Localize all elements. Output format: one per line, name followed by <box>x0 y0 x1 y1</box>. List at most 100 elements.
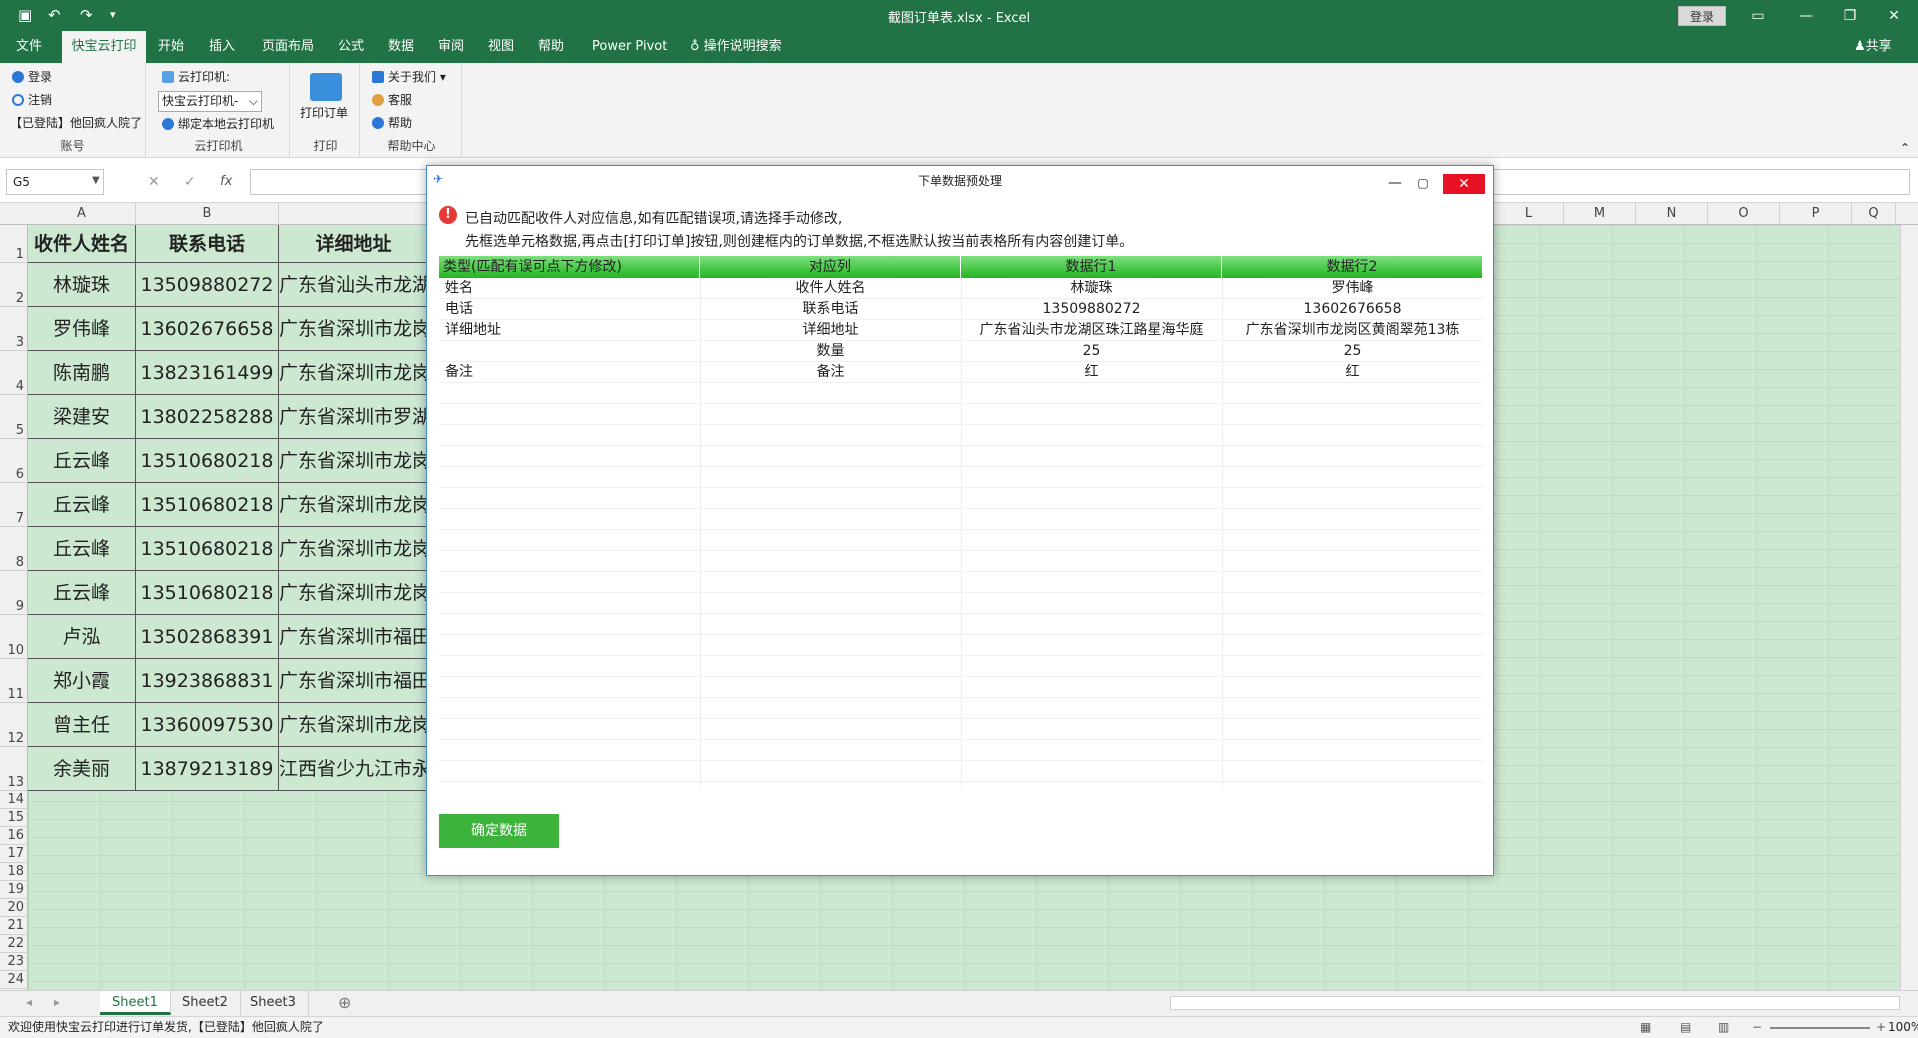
table-cell[interactable]: 13602676658 <box>136 307 279 351</box>
mapping-cell[interactable]: 罗伟峰 <box>1222 278 1483 299</box>
table-cell[interactable]: 余美丽 <box>28 747 136 791</box>
tab-view[interactable]: 视图 <box>482 31 520 63</box>
column-header[interactable]: N <box>1636 203 1708 225</box>
insert-function-icon[interactable]: fx <box>220 174 232 189</box>
mapping-cell[interactable]: 姓名 <box>439 278 700 299</box>
table-cell[interactable]: 江西省少九江市永 <box>279 747 429 791</box>
table-cell[interactable]: 郑小霞 <box>28 659 136 703</box>
dialog-minimize-icon[interactable]: — <box>1385 173 1405 193</box>
table-cell[interactable]: 丘云峰 <box>28 439 136 483</box>
row-header[interactable]: 15 <box>0 809 28 827</box>
table-cell[interactable]: 13510680218 <box>136 527 279 571</box>
row-header[interactable]: 23 <box>0 953 28 971</box>
column-header[interactable]: A <box>28 203 136 225</box>
print-order-button[interactable]: 打印订单 <box>300 105 348 121</box>
row-header[interactable]: 1 <box>0 225 28 263</box>
row-header[interactable]: 12 <box>0 703 28 747</box>
enter-icon[interactable]: ✓ <box>184 174 196 190</box>
restore-icon[interactable]: ❐ <box>1830 4 1870 28</box>
printer-select[interactable]: 快宝云打印机- ⌵ <box>158 91 262 112</box>
row-header[interactable]: 18 <box>0 863 28 881</box>
mapping-cell[interactable]: 联系电话 <box>700 299 961 320</box>
mapping-cell[interactable]: 数量 <box>700 341 961 362</box>
minimize-icon[interactable]: — <box>1786 4 1826 28</box>
table-cell[interactable]: 广东省深圳市罗湖 <box>279 395 429 439</box>
mapping-cell[interactable]: 广东省深圳市龙岗区黄阁翠苑13栋 <box>1222 320 1483 341</box>
zoom-out-icon[interactable]: − <box>1752 1017 1762 1038</box>
tab-data[interactable]: 数据 <box>382 31 420 63</box>
row-header[interactable]: 2 <box>0 263 28 307</box>
column-header[interactable]: B <box>136 203 279 225</box>
page-break-view-icon[interactable]: ▥ <box>1718 1017 1729 1038</box>
table-cell[interactable]: 广东省深圳市龙岗 <box>279 703 429 747</box>
table-cell[interactable]: 梁建安 <box>28 395 136 439</box>
prev-sheet-icon[interactable]: ◂ <box>26 995 32 1009</box>
tab-power-pivot[interactable]: Power Pivot <box>586 31 673 63</box>
mapping-cell[interactable]: 13602676658 <box>1222 299 1483 320</box>
column-header[interactable]: O <box>1708 203 1780 225</box>
row-header[interactable]: 14 <box>0 791 28 809</box>
table-cell[interactable]: 广东省深圳市龙岗 <box>279 527 429 571</box>
mapping-cell[interactable]: 备注 <box>700 362 961 383</box>
horizontal-scrollbar[interactable] <box>1170 996 1900 1010</box>
row-header[interactable]: 16 <box>0 827 28 845</box>
table-cell[interactable]: 丘云峰 <box>28 527 136 571</box>
mapping-cell[interactable]: 电话 <box>439 299 700 320</box>
login-button[interactable]: 登录 <box>1678 6 1726 26</box>
about-us-item[interactable]: 关于我们 ▾ <box>372 69 446 85</box>
table-cell[interactable]: 广东省深圳市福田 <box>279 615 429 659</box>
row-header[interactable]: 19 <box>0 881 28 899</box>
table-cell[interactable]: 广东省深圳市龙岗 <box>279 351 429 395</box>
mapping-cell[interactable]: 详细地址 <box>700 320 961 341</box>
table-cell[interactable]: 丘云峰 <box>28 483 136 527</box>
table-cell[interactable]: 13502868391 <box>136 615 279 659</box>
dialog-maximize-icon[interactable]: ▢ <box>1413 173 1433 193</box>
tab-help[interactable]: 帮助 <box>532 31 570 63</box>
row-header[interactable]: 8 <box>0 527 28 571</box>
row-header[interactable]: 7 <box>0 483 28 527</box>
table-cell[interactable]: 13923868831 <box>136 659 279 703</box>
table-cell[interactable]: 13510680218 <box>136 439 279 483</box>
mapping-cell[interactable]: 25 <box>1222 341 1483 362</box>
table-cell[interactable]: 广东省汕头市龙湖 <box>279 263 429 307</box>
customer-service-item[interactable]: 客服 <box>372 92 412 108</box>
row-header[interactable]: 13 <box>0 747 28 791</box>
table-cell[interactable]: 13510680218 <box>136 483 279 527</box>
table-cell[interactable]: 13510680218 <box>136 571 279 615</box>
mapping-cell[interactable]: 林璇珠 <box>961 278 1222 299</box>
tab-formulas[interactable]: 公式 <box>332 31 370 63</box>
table-cell[interactable]: 广东省深圳市福田 <box>279 659 429 703</box>
login-item[interactable]: 登录 <box>12 69 52 85</box>
mapping-cell[interactable]: 13509880272 <box>961 299 1222 320</box>
vertical-scrollbar[interactable] <box>1900 225 1918 990</box>
name-box[interactable]: G5 <box>6 169 104 195</box>
table-cell[interactable]: 联系电话 <box>136 225 279 263</box>
mapping-cell[interactable]: 备注 <box>439 362 700 383</box>
mapping-cell[interactable]: 收件人姓名 <box>700 278 961 299</box>
row-header[interactable]: 22 <box>0 935 28 953</box>
help-item[interactable]: 帮助 <box>372 115 412 131</box>
table-cell[interactable]: 曾主任 <box>28 703 136 747</box>
add-sheet-icon[interactable]: ⊕ <box>338 993 351 1012</box>
table-cell[interactable]: 13509880272 <box>136 263 279 307</box>
collapse-ribbon-icon[interactable]: ⌃ <box>1900 141 1910 155</box>
tab-insert[interactable]: 插入 <box>203 31 241 63</box>
row-header[interactable]: 10 <box>0 615 28 659</box>
mapping-cell[interactable]: 红 <box>961 362 1222 383</box>
row-header[interactable]: 17 <box>0 845 28 863</box>
row-header[interactable]: 20 <box>0 899 28 917</box>
close-icon[interactable]: ✕ <box>1874 4 1914 28</box>
tell-me-search[interactable]: ♁ 操作说明搜索 <box>684 31 788 63</box>
table-cell[interactable]: 广东省深圳市龙岗 <box>279 439 429 483</box>
row-header[interactable]: 9 <box>0 571 28 615</box>
zoom-level[interactable]: 100% <box>1888 1017 1918 1038</box>
row-header[interactable]: 11 <box>0 659 28 703</box>
column-header[interactable]: P <box>1780 203 1852 225</box>
mapping-cell[interactable]: 详细地址 <box>439 320 700 341</box>
next-sheet-icon[interactable]: ▸ <box>54 995 60 1009</box>
mapping-cell[interactable]: 广东省汕头市龙湖区珠江路星海华庭 <box>961 320 1222 341</box>
printer-icon[interactable] <box>310 73 342 101</box>
page-layout-view-icon[interactable]: ▤ <box>1680 1017 1691 1038</box>
sheet-tab-2[interactable]: Sheet2 <box>170 991 241 1015</box>
table-cell[interactable]: 详细地址 <box>279 225 429 263</box>
